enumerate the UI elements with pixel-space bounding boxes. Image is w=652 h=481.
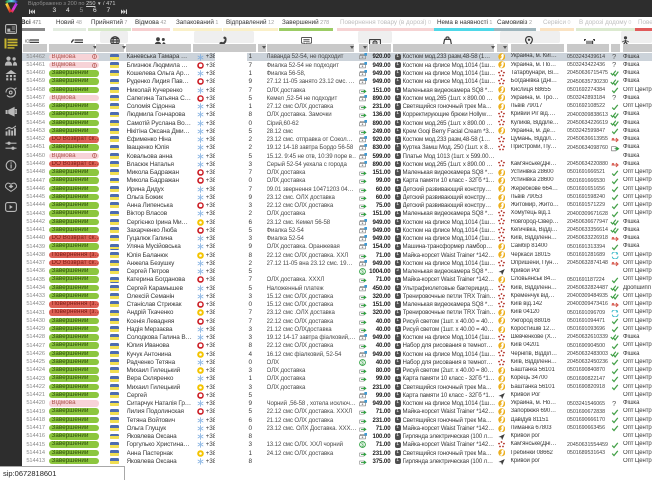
svg-text:$: $ (361, 360, 364, 366)
svg-text:ID: ID (25, 39, 30, 44)
svg-text:$: $ (361, 443, 364, 449)
svg-text:$: $ (361, 269, 364, 275)
